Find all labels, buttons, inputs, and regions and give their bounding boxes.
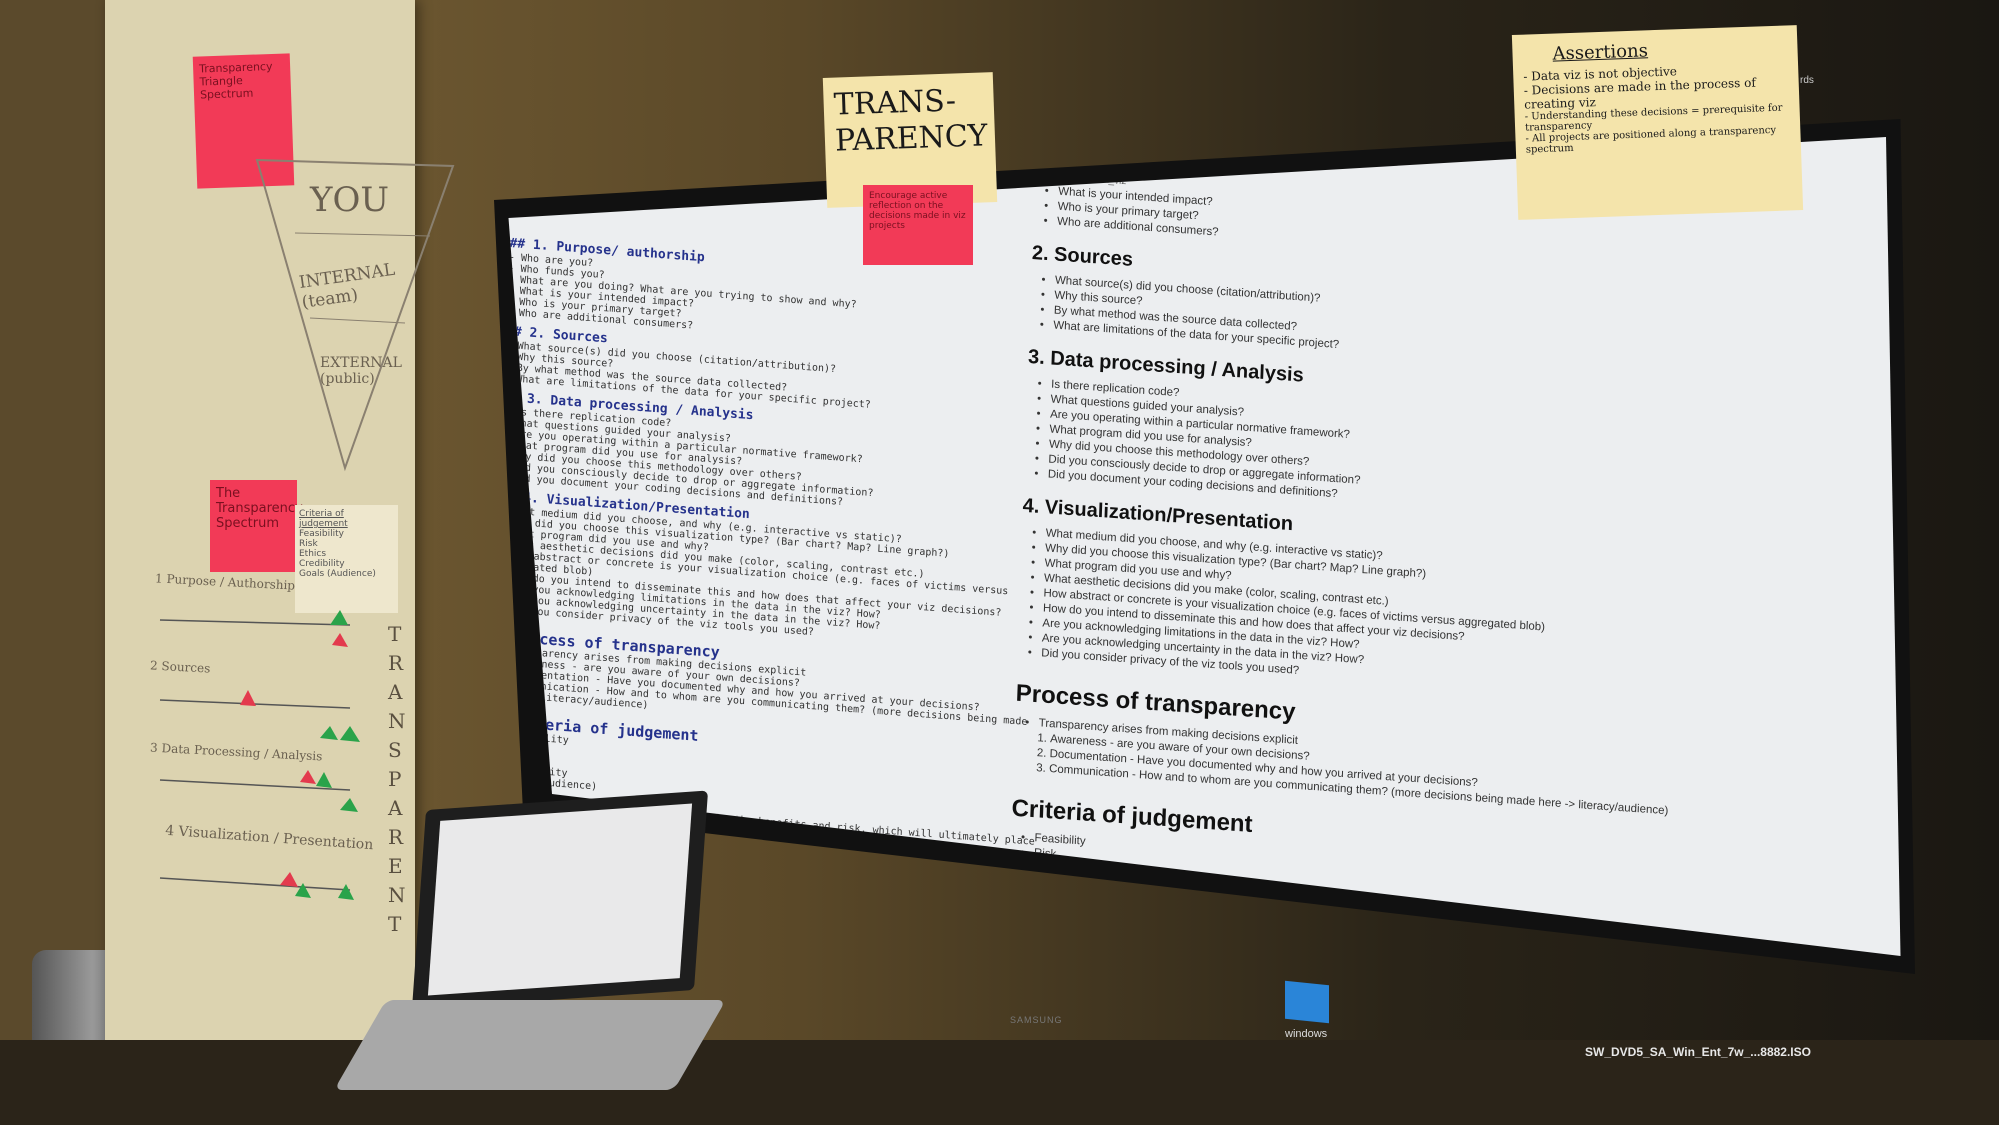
triangle-you: YOU xyxy=(310,180,389,220)
laptop xyxy=(334,790,730,1100)
markdown-preview-pane[interactable]: parency_in_data_viz What is your intende… xyxy=(1007,170,1814,956)
photo-scene: Transparency Triangle Spectrum YOU INTER… xyxy=(0,0,1999,1125)
laptop-keyboard xyxy=(334,1000,726,1090)
assertions-title: Assertions xyxy=(1552,40,1649,65)
windows-folder-icon[interactable] xyxy=(1285,980,1329,1024)
criteria-card-item: Credibility xyxy=(299,559,345,569)
monitor-brand: SAMSUNG xyxy=(1010,1015,1063,1025)
triangle-external: EXTERNAL (public) xyxy=(320,355,402,387)
criteria-card-item: Ethics xyxy=(299,549,327,559)
spectrum-scales xyxy=(159,610,360,900)
windows-folder-label[interactable]: windows xyxy=(1285,1028,1327,1040)
encourage-sticky: Encourage active reflection on the decis… xyxy=(863,185,973,265)
criteria-card-item: Risk xyxy=(299,539,318,549)
criteria-card-item: Goals (Audience) xyxy=(299,569,376,579)
top-right-partial-text: rds xyxy=(1800,75,1814,86)
criteria-card-title: Criteria of judgement xyxy=(299,509,348,529)
criteria-card: Criteria of judgement Feasibility Risk E… xyxy=(295,505,398,613)
criteria-card-item: Feasibility xyxy=(299,529,344,539)
laptop-screen xyxy=(427,803,693,996)
iso-file-label[interactable]: SW_DVD5_SA_Win_Ent_7w_...8882.ISO xyxy=(1585,1045,1811,1059)
assertions-sticky: Assertions - Data viz is not objective -… xyxy=(1511,25,1804,220)
markdown-editor-pane[interactable]: ## 1. Purpose/ authorship - Who are you?… xyxy=(509,230,1069,851)
spectrum-sticky: The Transparency Spectrum xyxy=(210,480,303,572)
spectrum-row-1: 1 Purpose / Authorship xyxy=(154,571,296,593)
